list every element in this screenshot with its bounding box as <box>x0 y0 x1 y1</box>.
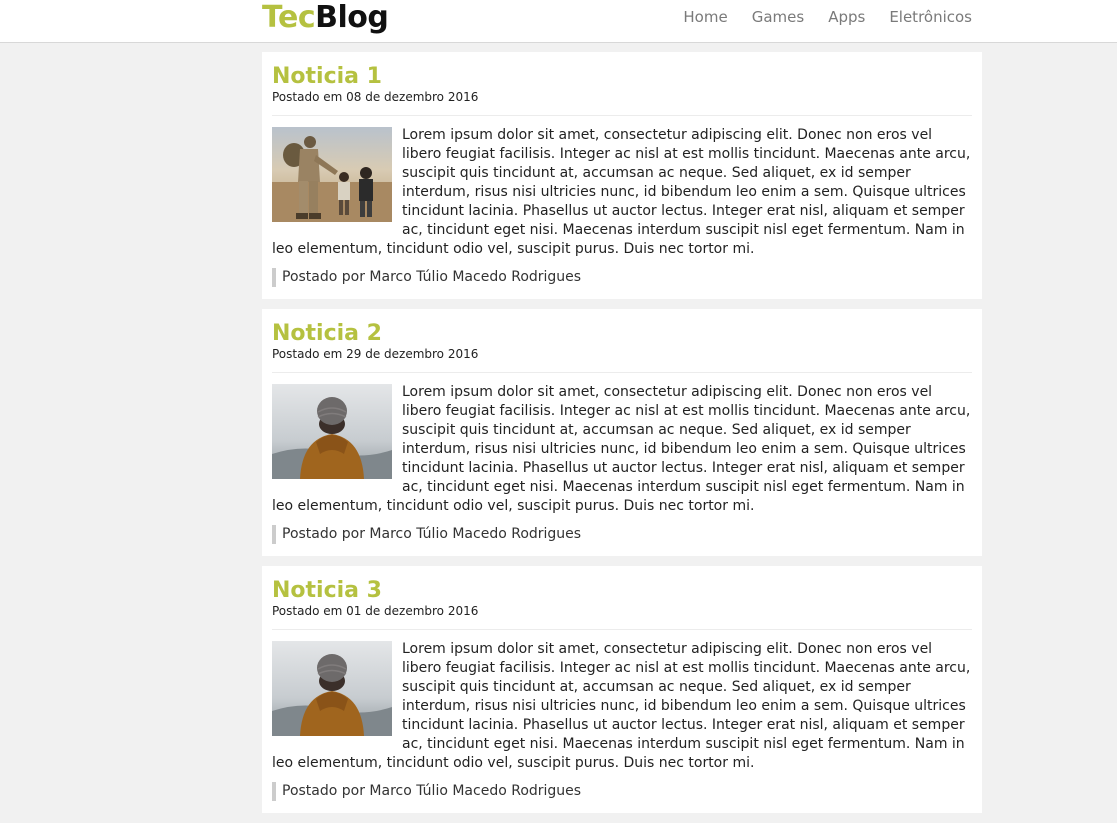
nav-link-home[interactable]: Home <box>683 8 727 26</box>
post-thumbnail-soldier[interactable] <box>272 127 392 222</box>
post-card: Noticia 2 Postado em 29 de dezembro 2016 <box>262 309 982 556</box>
site-header: TecBlog Home Games Apps Eletrônicos <box>0 0 1117 43</box>
post-date: Postado em 29 de dezembro 2016 <box>272 347 972 373</box>
person-in-beanie-photo <box>272 384 392 479</box>
post-date: Postado em 08 de dezembro 2016 <box>272 90 972 116</box>
post-title[interactable]: Noticia 2 <box>272 321 972 346</box>
post-card: Noticia 1 Postado em 08 de dezembro 2016 <box>262 52 982 299</box>
post-body: Lorem ipsum dolor sit amet, consectetur … <box>272 383 972 516</box>
logo-blog: Blog <box>315 0 389 35</box>
logo-tec: Tec <box>262 0 316 35</box>
post-author: Postado por Marco Túlio Macedo Rodrigues <box>272 268 972 287</box>
post-author: Postado por Marco Túlio Macedo Rodrigues <box>272 525 972 544</box>
person-in-beanie-photo <box>272 641 392 736</box>
post-body: Lorem ipsum dolor sit amet, consectetur … <box>272 640 972 773</box>
post-thumbnail-person[interactable] <box>272 384 392 479</box>
nav-link-apps[interactable]: Apps <box>828 8 865 26</box>
nav-link-eletronicos[interactable]: Eletrônicos <box>889 8 972 26</box>
site-logo[interactable]: TecBlog <box>262 0 389 35</box>
post-date: Postado em 01 de dezembro 2016 <box>272 604 972 630</box>
nav-link-games[interactable]: Games <box>752 8 804 26</box>
posts-list: Noticia 1 Postado em 08 de dezembro 2016 <box>262 52 982 823</box>
post-body: Lorem ipsum dolor sit amet, consectetur … <box>272 126 972 259</box>
post-title[interactable]: Noticia 3 <box>272 578 972 603</box>
soldier-with-children-photo <box>272 127 392 222</box>
post-title[interactable]: Noticia 1 <box>272 64 972 89</box>
main-nav: Home Games Apps Eletrônicos <box>683 8 972 26</box>
post-card: Noticia 3 Postado em 01 de dezembro 2016 <box>262 566 982 813</box>
post-thumbnail-person[interactable] <box>272 641 392 736</box>
post-author: Postado por Marco Túlio Macedo Rodrigues <box>272 782 972 801</box>
